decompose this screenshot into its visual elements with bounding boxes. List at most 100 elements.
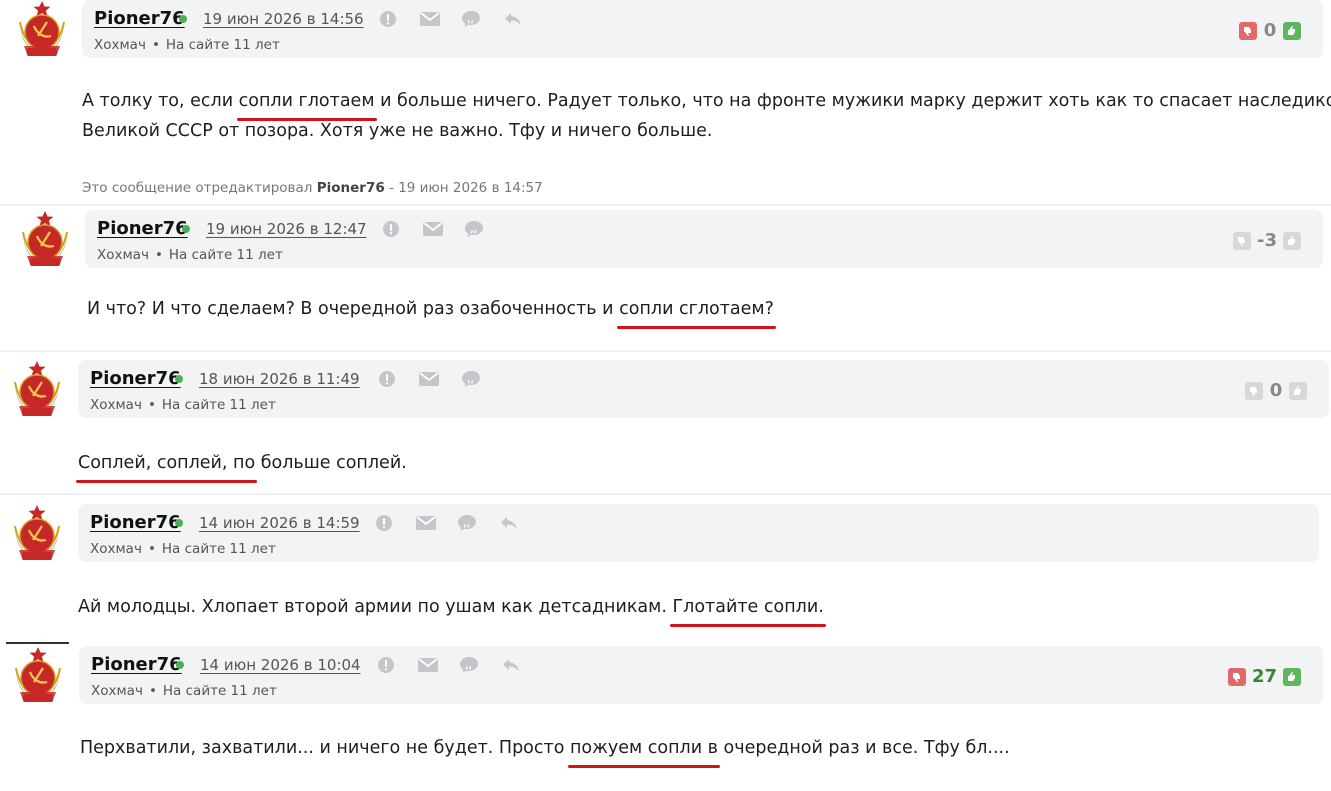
highlighted-phrase: пожуем сопли в — [567, 733, 721, 768]
avatar[interactable] — [7, 504, 67, 566]
comment-date-link[interactable]: 18 июн 2026 в 11:49 — [199, 370, 360, 388]
comment-date-link[interactable]: 14 июн 2026 в 14:59 — [199, 514, 360, 532]
comment: Pioner76 18 июн 2026 в 11:49 Хохмач • На с… — [0, 353, 1331, 493]
meta-separator: • — [148, 683, 157, 699]
username-link[interactable]: Pioner76 — [91, 654, 182, 675]
alert-icon[interactable] — [375, 655, 397, 675]
rating-score: 27 — [1251, 666, 1277, 687]
comment-header: Pioner76 14 июн 2026 в 10:04 Хохмач • На с… — [79, 646, 1323, 704]
mail-icon[interactable] — [419, 9, 441, 29]
membership-duration: На сайте 11 лет — [165, 37, 280, 53]
comment-header: Pioner76 19 июн 2026 в 12:47 Хохмач • На с… — [85, 210, 1323, 268]
comment-text-fragment: А толку то, если — [82, 91, 239, 111]
online-indicator — [179, 15, 187, 23]
comment: Pioner76 14 июн 2026 в 14:59 Хохмач • На с… — [0, 496, 1331, 636]
alert-icon[interactable] — [380, 219, 402, 239]
avatar[interactable] — [7, 360, 67, 422]
online-indicator — [175, 375, 183, 383]
comment: Pioner76 19 июн 2026 в 12:47 Хохмач • На с… — [0, 205, 1331, 350]
username-link[interactable]: Pioner76 — [94, 8, 185, 29]
thumb-up-icon[interactable] — [1283, 231, 1301, 250]
comment-text: Перхватили, захватили... и ничего не буд… — [80, 733, 1010, 768]
thumb-down-icon[interactable] — [1233, 231, 1251, 250]
thumb-up-icon[interactable] — [1289, 381, 1307, 400]
comment: Pioner76 19 июн 2026 в 14:56 Хохмач • На с… — [0, 0, 1331, 205]
meta-separator: • — [147, 541, 156, 557]
comment-text-fragment: больше соплей. — [255, 453, 407, 473]
comment-text-fragment: Ай молодцы. Хлопает второй армии по ушам… — [78, 597, 673, 617]
avatar[interactable] — [15, 210, 75, 272]
membership-duration: На сайте 11 лет — [168, 247, 283, 263]
comment-text-fragment: Перхватили, захватили... и ничего не буд… — [80, 738, 570, 758]
comment-text-line: Соплей, соплей, по больше соплей. — [75, 448, 407, 483]
comment-header: Pioner76 18 июн 2026 в 11:49 Хохмач • На с… — [78, 360, 1329, 418]
svg-text:,,: ,, — [467, 375, 474, 385]
comment-date-link[interactable]: 19 июн 2026 в 12:47 — [206, 220, 367, 238]
avatar[interactable] — [12, 0, 72, 62]
alert-icon[interactable] — [377, 9, 399, 29]
quote-icon[interactable]: ,, — [456, 513, 478, 533]
membership-duration: На сайте 11 лет — [161, 541, 276, 557]
meta-separator: • — [151, 37, 160, 53]
membership-duration: На сайте 11 лет — [161, 397, 276, 413]
comment-divider — [0, 350, 1331, 352]
user-meta: Хохмач • На сайте 11 лет — [91, 683, 277, 699]
username-link[interactable]: Pioner76 — [90, 368, 181, 389]
alert-icon[interactable] — [373, 513, 395, 533]
mail-icon[interactable] — [417, 655, 439, 675]
highlighted-phrase: Соплей, соплей, по — [75, 448, 258, 483]
rating-control: 27 — [1227, 666, 1301, 687]
comment-text-fragment: и больше ничего. Радует только, что на ф… — [374, 91, 1331, 111]
thumb-down-icon[interactable] — [1227, 667, 1246, 686]
quote-icon[interactable]: ,, — [460, 369, 482, 389]
quote-icon[interactable]: ,, — [460, 9, 482, 29]
thumb-up-icon[interactable] — [1283, 667, 1301, 686]
comment-text: И что? И что сделаем? В очередной раз оз… — [87, 294, 776, 329]
avatar[interactable] — [8, 646, 68, 708]
svg-text:,,: ,, — [470, 225, 477, 235]
highlighted-phrase: Глотайте сопли. — [670, 592, 827, 627]
edit-notice-author: Pioner76 — [316, 180, 385, 196]
comment-text: Ай молодцы. Хлопает второй армии по ушам… — [78, 592, 827, 627]
comment-text: Соплей, соплей, по больше соплей. — [75, 448, 407, 483]
online-indicator — [182, 225, 190, 233]
mail-icon[interactable] — [415, 513, 437, 533]
alert-icon[interactable] — [376, 369, 398, 389]
username-link[interactable]: Pioner76 — [90, 512, 181, 533]
quote-icon[interactable]: ,, — [458, 655, 480, 675]
comment-text-line: Перхватили, захватили... и ничего не буд… — [80, 733, 1010, 768]
comment-date-link[interactable]: 19 июн 2026 в 14:56 — [203, 10, 364, 28]
user-rank: Хохмач — [91, 683, 143, 699]
thumb-up-icon[interactable] — [1283, 21, 1301, 40]
meta-separator: • — [154, 247, 163, 263]
mail-icon[interactable] — [418, 369, 440, 389]
quote-icon[interactable]: ,, — [463, 219, 485, 239]
rating-control: 0 — [1239, 20, 1301, 41]
user-rank: Хохмач — [90, 397, 142, 413]
meta-separator: • — [147, 397, 156, 413]
svg-text:,,: ,, — [465, 661, 472, 671]
rating-score: -3 — [1257, 230, 1277, 251]
rating-control: -3 — [1233, 230, 1301, 251]
mail-icon[interactable] — [422, 219, 444, 239]
comment-date-link[interactable]: 14 июн 2026 в 10:04 — [200, 656, 361, 674]
edit-notice-date: - 19 июн 2026 в 14:57 — [389, 180, 543, 196]
highlighted-phrase: сопли сглотаем? — [617, 294, 776, 329]
comment: Pioner76 14 июн 2026 в 10:04 Хохмач • На с… — [0, 639, 1331, 791]
rating-score: 0 — [1269, 380, 1283, 401]
user-rank: Хохмач — [90, 541, 142, 557]
svg-text:,,: ,, — [467, 15, 474, 25]
comment-divider — [0, 493, 1331, 495]
online-indicator — [176, 661, 184, 669]
username-link[interactable]: Pioner76 — [97, 218, 188, 239]
thumb-down-icon[interactable] — [1239, 21, 1257, 40]
comment-text-fragment: И что? И что сделаем? В очередной раз оз… — [87, 299, 620, 319]
comment-text-line: И что? И что сделаем? В очередной раз оз… — [87, 294, 776, 329]
reply-icon[interactable] — [498, 513, 520, 533]
reply-icon[interactable] — [500, 655, 522, 675]
user-meta: Хохмач • На сайте 11 лет — [97, 247, 283, 263]
rating-control: 0 — [1245, 380, 1307, 401]
reply-icon[interactable] — [502, 9, 524, 29]
user-rank: Хохмач — [94, 37, 146, 53]
thumb-down-icon[interactable] — [1245, 381, 1263, 400]
